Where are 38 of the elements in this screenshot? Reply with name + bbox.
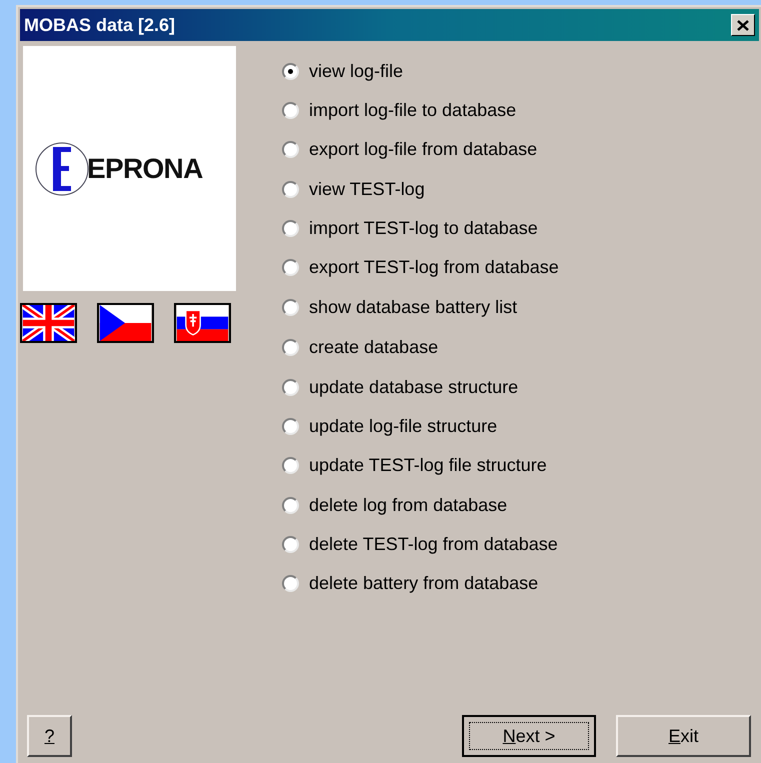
radio-button[interactable] — [282, 220, 299, 237]
option-label[interactable]: create database — [309, 334, 438, 361]
close-icon — [737, 20, 749, 30]
radio-button[interactable] — [282, 497, 299, 514]
exit-button[interactable]: Exit — [616, 715, 751, 757]
radio-button[interactable] — [282, 339, 299, 356]
radio-button[interactable] — [282, 181, 299, 198]
next-button[interactable]: Next > — [462, 715, 596, 757]
radio-button[interactable] — [282, 259, 299, 276]
radio-button[interactable] — [282, 457, 299, 474]
radio-button[interactable] — [282, 102, 299, 119]
radio-button[interactable] — [282, 141, 299, 158]
option-label[interactable]: update log-file structure — [309, 413, 498, 440]
option-label[interactable]: update TEST-log file structure — [309, 452, 547, 479]
flag-icon[interactable] — [20, 303, 77, 343]
option-label[interactable]: delete log from database — [309, 492, 508, 519]
flag-icon[interactable] — [174, 303, 231, 343]
option-label[interactable]: import log-file to database — [309, 97, 516, 124]
option-label[interactable]: export log-file from database — [309, 136, 538, 163]
close-button[interactable] — [731, 14, 755, 36]
logo-text: EPRONA — [87, 152, 203, 186]
option-label[interactable]: view TEST-log — [309, 176, 425, 203]
radio-button[interactable] — [282, 299, 299, 316]
radio-button[interactable] — [282, 379, 299, 396]
option-label[interactable]: export TEST-log from database — [309, 254, 559, 281]
flag-icon[interactable] — [97, 303, 154, 343]
option-label[interactable]: import TEST-log to database — [309, 215, 538, 242]
option-label[interactable]: delete TEST-log from database — [309, 531, 558, 558]
option-label[interactable]: delete battery from database — [309, 570, 538, 597]
window-title: MOBAS data [2.6] — [24, 14, 176, 37]
radio-button[interactable] — [282, 575, 299, 592]
option-label[interactable]: view log-file — [309, 58, 404, 85]
radio-button[interactable] — [282, 63, 299, 80]
help-button[interactable]: ? — [27, 715, 72, 757]
radio-button[interactable] — [282, 536, 299, 553]
option-label[interactable]: show database battery list — [309, 294, 518, 321]
radio-button[interactable] — [282, 418, 299, 435]
option-label[interactable]: update database structure — [309, 374, 518, 401]
